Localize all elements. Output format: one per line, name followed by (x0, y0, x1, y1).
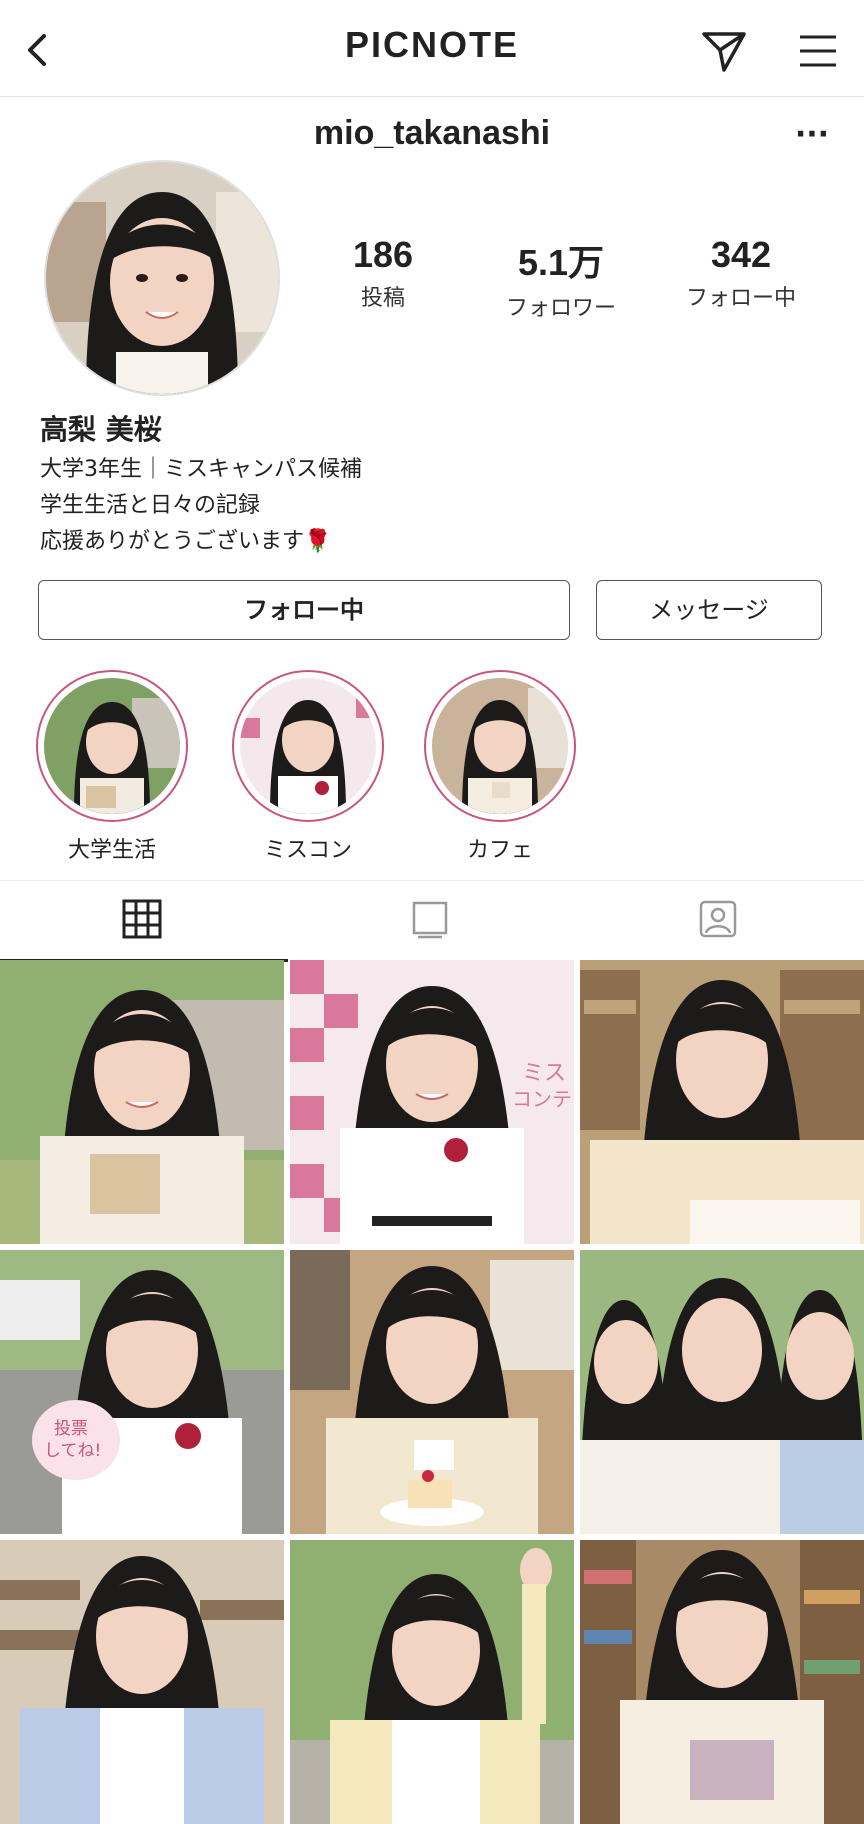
send-icon[interactable] (700, 26, 748, 74)
highlight-ring (424, 670, 576, 822)
post-thumbnail[interactable] (580, 1540, 864, 1824)
profile-display-name: 高梨 美桜 (40, 413, 162, 446)
post-thumbnail[interactable]: ミス コンテ (290, 960, 574, 1244)
post-thumbnail[interactable] (580, 960, 864, 1244)
highlight-ring (232, 670, 384, 822)
backdrop-text: ミス (522, 1061, 566, 1086)
sign-text: 投票 (54, 1419, 88, 1439)
more-options-icon[interactable]: ··· (792, 120, 832, 150)
tab-posts-grid[interactable] (0, 881, 288, 962)
highlight-ring (36, 670, 188, 822)
stat-following[interactable]: 342 フォロー中 (656, 234, 826, 312)
stat-followers-label: フォロワー (505, 296, 616, 321)
post-thumbnail[interactable]: 投票 してね! (0, 1250, 284, 1534)
stat-followers[interactable]: 5.1万 フォロワー (476, 234, 646, 322)
profile-tabs (0, 880, 864, 962)
svg-text:コンテ: コンテ (512, 1087, 572, 1111)
reels-icon (412, 901, 448, 939)
posts-grid: ミス コンテ 投票 してね! (0, 960, 864, 1824)
following-button[interactable]: フォロー中 (38, 580, 570, 640)
stat-posts-value: 186 (352, 234, 414, 275)
tab-reels[interactable] (288, 881, 576, 959)
highlight-label: 大学生活 (67, 838, 156, 863)
bio-line: 学生生活と日々の記録 (40, 493, 261, 518)
top-bar: PICNOTE (0, 0, 864, 97)
stat-following-label: フォロー中 (685, 286, 796, 311)
post-thumbnail[interactable] (0, 960, 284, 1244)
profile-username: mio_takanashi (313, 114, 551, 152)
bio-line: 応援ありがとうございます🌹 (40, 529, 332, 554)
bio-line: 大学3年生｜ミスキャンパス候補 (40, 457, 362, 482)
stat-posts[interactable]: 186 投稿 (298, 234, 468, 312)
stat-following-value: 342 (710, 234, 772, 275)
tagged-icon (699, 900, 737, 938)
profile-avatar[interactable] (44, 160, 280, 396)
svg-text:してね!: してね! (44, 1441, 101, 1461)
profile-bio: 大学3年生｜ミスキャンパス候補 学生生活と日々の記録 応援ありがとうございます🌹 (40, 452, 362, 560)
menu-icon[interactable] (798, 32, 838, 70)
message-button[interactable]: メッセージ (596, 580, 822, 640)
stat-followers-value: 5.1万 (517, 242, 605, 283)
stat-posts-label: 投稿 (360, 286, 405, 311)
post-thumbnail[interactable] (0, 1540, 284, 1824)
highlight-label: カフェ (466, 838, 533, 863)
highlight-campus-life[interactable]: 大学生活 (36, 670, 188, 864)
highlight-miss-contest[interactable]: ミスコン (232, 670, 384, 864)
tab-tagged[interactable] (576, 881, 864, 959)
post-thumbnail[interactable] (290, 1250, 574, 1534)
grid-icon (122, 899, 162, 939)
highlight-cafe[interactable]: カフェ (424, 670, 576, 864)
post-thumbnail[interactable] (580, 1250, 864, 1534)
highlight-label: ミスコン (263, 838, 352, 863)
post-thumbnail[interactable] (290, 1540, 574, 1824)
